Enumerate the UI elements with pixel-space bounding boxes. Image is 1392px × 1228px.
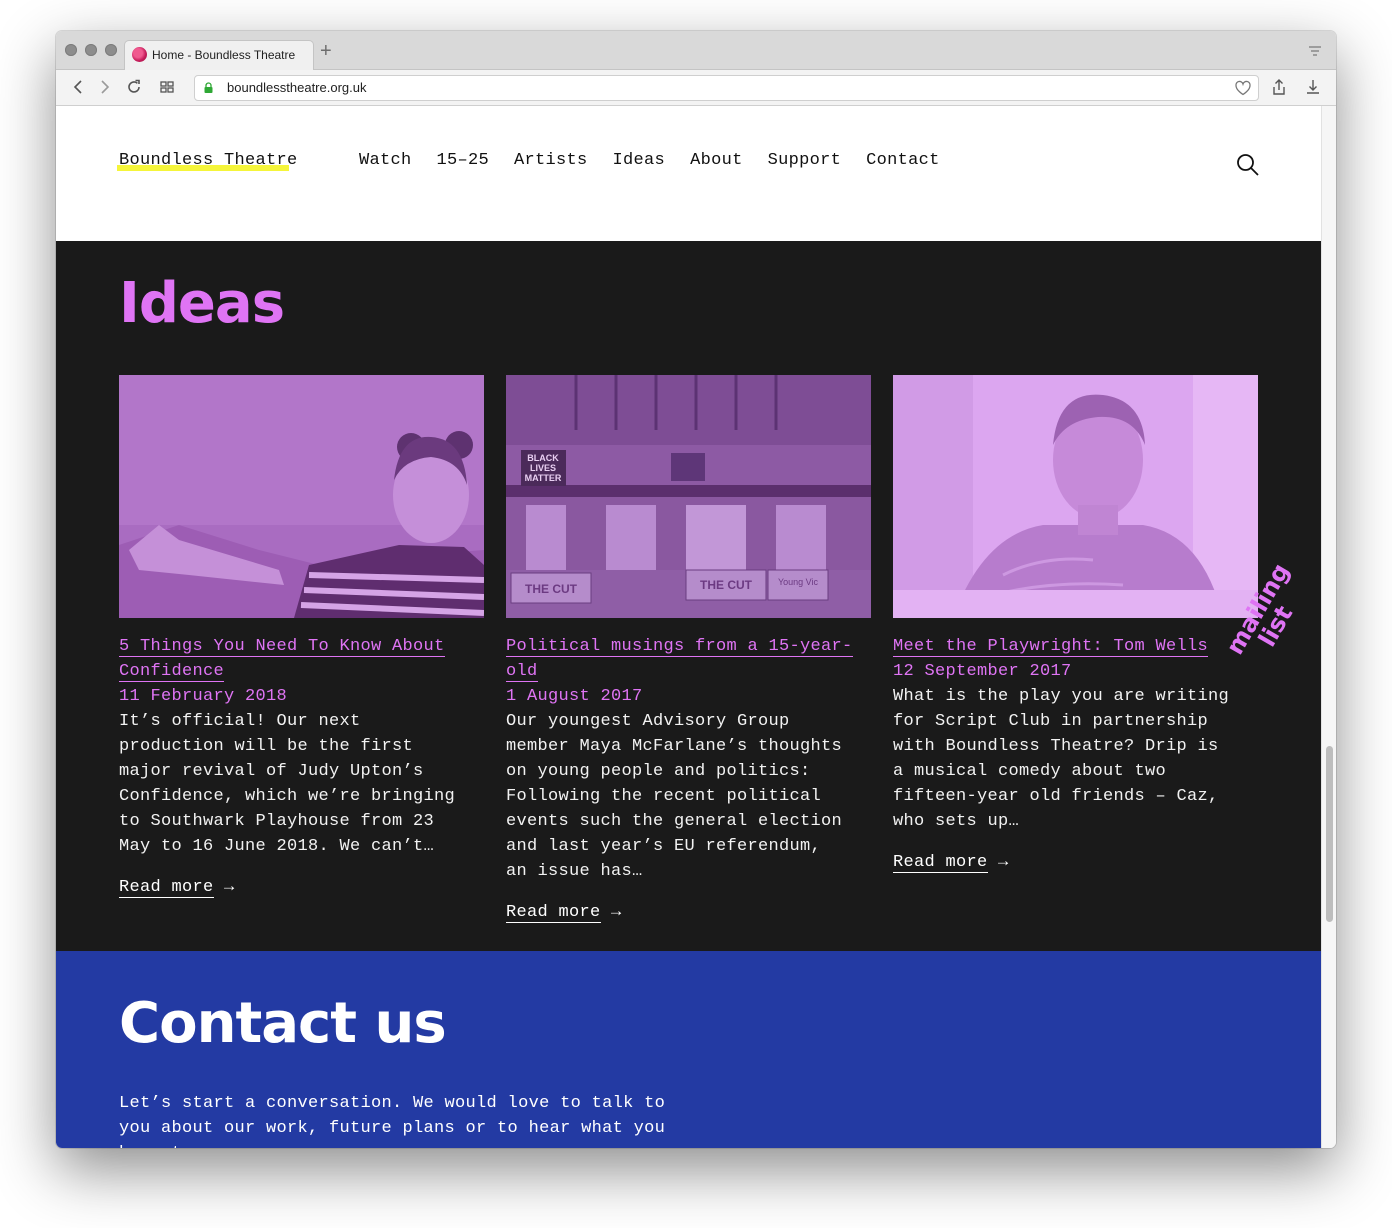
card-title-link[interactable]: Meet the Playwright: Tom Wells — [893, 634, 1259, 659]
main-nav: Watch 15–25 Artists Ideas About Support … — [359, 151, 965, 170]
idea-card: 5 Things You Need To Know About Confidenc… — [119, 375, 485, 900]
site-favicon-icon — [132, 47, 147, 62]
search-icon[interactable] — [1236, 153, 1260, 177]
ideas-section: Ideas 5 Things You Need To Know About Co… — [56, 241, 1321, 951]
toolbar: boundlesstheatre.org.uk — [56, 70, 1336, 106]
tab-bar: Home - Boundless Theatre + — [56, 31, 1336, 70]
contact-intro: Let’s start a conversation. We would lov… — [119, 1094, 666, 1148]
browser-window: Home - Boundless Theatre + boundlessthea… — [56, 31, 1336, 1148]
photo-sign-text: THE CUT — [525, 582, 578, 596]
heart-icon[interactable] — [1234, 80, 1252, 96]
ideas-heading: Ideas — [119, 271, 285, 336]
idea-card: Meet the Playwright: Tom Wells 12 Septem… — [893, 375, 1259, 875]
contact-heading: Contact us — [119, 991, 447, 1056]
photo-sign-text: LIVES — [530, 463, 556, 473]
scrollbar-thumb[interactable] — [1326, 746, 1333, 922]
download-icon[interactable] — [1304, 78, 1322, 96]
contact-section: Contact us Let’s start a conversation. W… — [56, 951, 1321, 1148]
mailing-list-badge[interactable]: mailing list — [1224, 561, 1316, 671]
nav-support[interactable]: Support — [768, 151, 842, 170]
reload-icon[interactable] — [125, 78, 143, 96]
arrow-right-icon: → — [998, 853, 1009, 872]
read-more-link[interactable]: Read more → — [506, 900, 872, 925]
share-icon[interactable] — [1270, 78, 1288, 96]
logo-text: Boundless Theatre — [119, 151, 298, 170]
forward-icon[interactable] — [95, 78, 113, 96]
card-image-building[interactable]: BLACK LIVES MATTER THE CUT THE CUT Young… — [506, 375, 871, 618]
card-excerpt: Our youngest Advisory Group member Maya … — [506, 712, 843, 881]
nav-artists[interactable]: Artists — [514, 151, 588, 170]
photo-sign-text: Young Vic — [778, 577, 819, 587]
read-more-link[interactable]: Read more → — [119, 875, 485, 900]
photo-sign-text: THE CUT — [700, 578, 753, 592]
address-bar[interactable]: boundlesstheatre.org.uk — [194, 75, 1259, 101]
card-title-link[interactable]: Political musings from a 15-year-old — [506, 634, 872, 684]
nav-about[interactable]: About — [690, 151, 743, 170]
web-page: Boundless Theatre Watch 15–25 Artists Id… — [56, 106, 1321, 1148]
photo-sign-text: BLACK — [527, 453, 559, 463]
arrow-right-icon: → — [224, 878, 235, 897]
nav-contact[interactable]: Contact — [866, 151, 940, 170]
scrollbar[interactable] — [1321, 106, 1336, 1148]
close-window-button[interactable] — [65, 44, 77, 56]
card-excerpt: It’s official! Our next production will … — [119, 712, 456, 856]
nav-ideas[interactable]: Ideas — [613, 151, 666, 170]
card-title-link[interactable]: 5 Things You Need To Know About Confidenc… — [119, 634, 485, 684]
card-date: 1 August 2017 — [506, 687, 643, 706]
browser-tab[interactable]: Home - Boundless Theatre — [124, 40, 314, 70]
tab-overview-icon[interactable] — [1308, 45, 1322, 57]
grid-icon[interactable] — [158, 78, 176, 96]
read-more-link[interactable]: Read more → — [893, 850, 1259, 875]
tab-title: Home - Boundless Theatre — [152, 48, 296, 62]
card-date: 12 September 2017 — [893, 662, 1072, 681]
back-icon[interactable] — [70, 78, 88, 96]
photo-sign-text: MATTER — [525, 473, 562, 483]
nav-15-25[interactable]: 15–25 — [437, 151, 490, 170]
url-text: boundlesstheatre.org.uk — [227, 80, 367, 95]
idea-card: BLACK LIVES MATTER THE CUT THE CUT Young… — [506, 375, 872, 925]
card-excerpt: What is the play you are writing for Scr… — [893, 687, 1230, 831]
card-image-portrait[interactable] — [893, 375, 1258, 618]
new-tab-button[interactable]: + — [320, 41, 332, 61]
card-image-dancer[interactable] — [119, 375, 484, 618]
minimize-window-button[interactable] — [85, 44, 97, 56]
site-logo[interactable]: Boundless Theatre — [117, 151, 298, 171]
zoom-window-button[interactable] — [105, 44, 117, 56]
site-header: Boundless Theatre Watch 15–25 Artists Id… — [56, 106, 1321, 241]
lock-icon — [204, 82, 213, 93]
card-date: 11 February 2018 — [119, 687, 288, 706]
nav-watch[interactable]: Watch — [359, 151, 412, 170]
arrow-right-icon: → — [611, 903, 622, 922]
